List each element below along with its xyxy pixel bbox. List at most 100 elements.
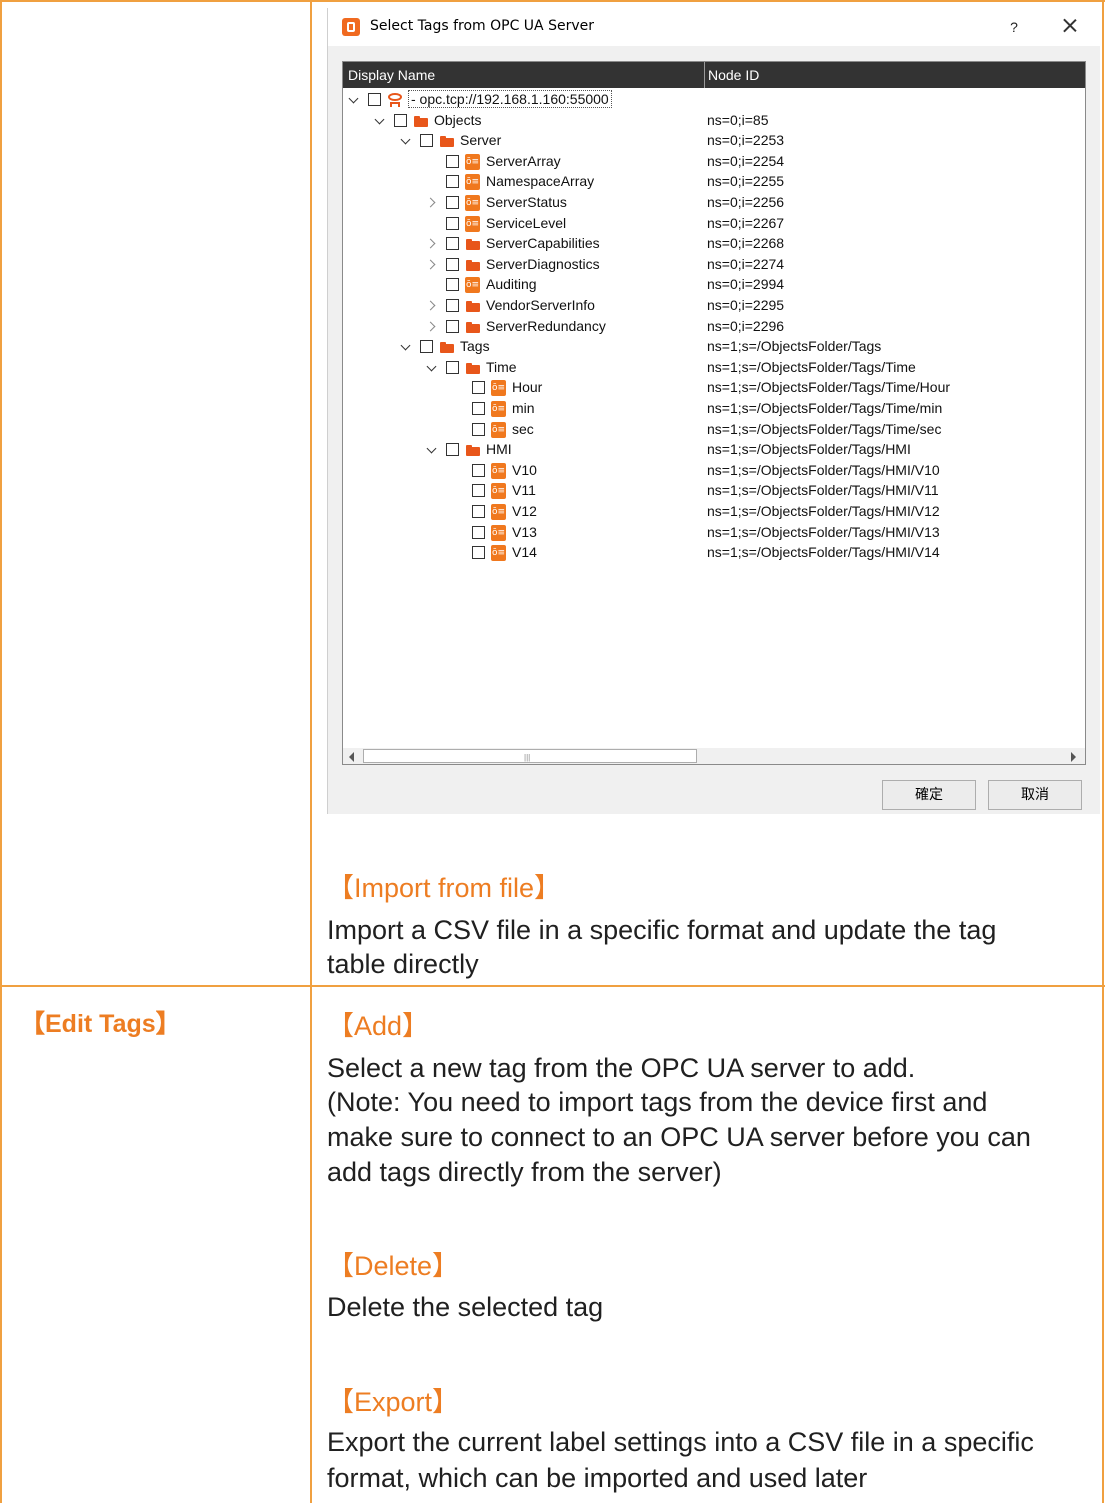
tree-row[interactable]: min ns=1;s=/ObjectsFolder/Tags/Time/min	[343, 399, 1085, 419]
dialog-title-bar: Select Tags from OPC UA Server ?	[328, 8, 1100, 46]
variable-tag-icon	[491, 483, 506, 500]
tree-row[interactable]: ServerStatus ns=0;i=2256	[343, 193, 1085, 213]
tag-checkbox[interactable]	[368, 93, 381, 106]
tree-row[interactable]: Server ns=0;i=2253	[343, 131, 1085, 151]
folder-icon	[465, 237, 481, 251]
delete-heading: 【Delete】	[327, 1251, 460, 1281]
folder-icon	[439, 340, 455, 354]
scroll-left-arrow-icon[interactable]	[349, 752, 354, 762]
horizontal-scrollbar[interactable]: |||	[343, 748, 1085, 764]
tag-checkbox[interactable]	[472, 546, 485, 560]
import-from-file-heading: 【Import from file】	[327, 873, 562, 903]
tree-row[interactable]: ServerArray ns=0;i=2254	[343, 152, 1085, 172]
tree-item-label: Objects	[434, 111, 482, 128]
chevron-down-icon[interactable]	[374, 115, 386, 127]
tag-checkbox[interactable]	[446, 175, 459, 189]
tree-item-node-id: ns=0;i=2256	[707, 194, 785, 210]
column-separator[interactable]	[704, 62, 705, 88]
tree-row[interactable]: - opc.tcp://192.168.1.160:55000	[343, 90, 1085, 110]
tree-row[interactable]: ServiceLevel ns=0;i=2267	[343, 214, 1085, 234]
tag-checkbox[interactable]	[446, 196, 459, 209]
tag-checkbox[interactable]	[472, 525, 485, 539]
tree-item-label: NamespaceArray	[486, 173, 595, 190]
tree-item-label: V14	[512, 544, 537, 561]
tag-checkbox[interactable]	[472, 505, 485, 518]
tree-row[interactable]: HMI ns=1;s=/ObjectsFolder/Tags/HMI	[343, 440, 1085, 460]
chevron-right-icon[interactable]	[426, 259, 438, 271]
column-display-name[interactable]: Display Name	[348, 62, 435, 88]
tag-checkbox[interactable]	[446, 278, 459, 292]
tag-checkbox[interactable]	[446, 237, 459, 251]
tree-row[interactable]: ServerDiagnostics ns=0;i=2274	[343, 255, 1085, 275]
tag-checkbox[interactable]	[420, 340, 433, 354]
tree-row[interactable]: V14 ns=1;s=/ObjectsFolder/Tags/HMI/V14	[343, 543, 1085, 563]
ok-button[interactable]: 確定	[882, 780, 976, 810]
tag-checkbox[interactable]	[394, 113, 407, 127]
select-tags-dialog: Select Tags from OPC UA Server ? Display…	[327, 8, 1100, 814]
tree-row[interactable]: ServerCapabilities ns=0;i=2268	[343, 234, 1085, 254]
tree-row[interactable]: Tags ns=1;s=/ObjectsFolder/Tags	[343, 337, 1085, 357]
tree-item-label: ServerDiagnostics	[486, 255, 600, 272]
tag-checkbox[interactable]	[446, 154, 459, 168]
tree-row[interactable]: V12 ns=1;s=/ObjectsFolder/Tags/HMI/V12	[343, 502, 1085, 522]
tree-row[interactable]: Time ns=1;s=/ObjectsFolder/Tags/Time	[343, 358, 1085, 378]
tree-item-label: ServiceLevel	[486, 214, 567, 231]
chevron-right-icon[interactable]	[426, 300, 438, 312]
chevron-right-icon[interactable]	[426, 197, 438, 209]
opc-app-icon	[342, 18, 360, 36]
tag-checkbox[interactable]	[420, 134, 433, 148]
tree-row[interactable]: VendorServerInfo ns=0;i=2295	[343, 296, 1085, 316]
tree-row[interactable]: Objects ns=0;i=85	[343, 111, 1085, 131]
tag-checkbox[interactable]	[446, 216, 459, 230]
tree-item-label: ServerArray	[486, 152, 561, 169]
tag-checkbox[interactable]	[446, 299, 459, 312]
chevron-down-icon[interactable]	[348, 94, 360, 106]
export-desc-line-2: format, which can be imported and used l…	[327, 1463, 868, 1493]
cancel-button[interactable]: 取消	[988, 780, 1082, 810]
tree-item-node-id: ns=0;i=85	[707, 111, 769, 128]
tree-row[interactable]: V11 ns=1;s=/ObjectsFolder/Tags/HMI/V11	[343, 481, 1085, 501]
tag-checkbox[interactable]	[446, 319, 459, 333]
tree-item-label: sec	[512, 420, 534, 437]
chevron-right-icon[interactable]	[426, 238, 438, 250]
folder-icon	[465, 258, 481, 272]
chevron-down-icon[interactable]	[400, 135, 412, 147]
tree-row[interactable]: V13 ns=1;s=/ObjectsFolder/Tags/HMI/V13	[343, 523, 1085, 543]
tag-checkbox[interactable]	[446, 360, 459, 374]
tree-item-label: Tags	[460, 338, 490, 355]
tree-row[interactable]: NamespaceArray ns=0;i=2255	[343, 172, 1085, 192]
add-desc-line-4: add tags directly from the server)	[327, 1157, 722, 1187]
close-icon[interactable]	[1058, 14, 1082, 38]
tag-checkbox[interactable]	[472, 402, 485, 415]
chevron-down-icon[interactable]	[426, 362, 438, 374]
scroll-thumb[interactable]: |||	[363, 749, 697, 763]
chevron-down-icon[interactable]	[426, 444, 438, 456]
tree-row[interactable]: sec ns=1;s=/ObjectsFolder/Tags/Time/sec	[343, 420, 1085, 440]
tree-item-label: Time	[486, 358, 517, 375]
variable-tag-icon	[465, 277, 480, 294]
tag-checkbox[interactable]	[472, 463, 485, 477]
variable-tag-icon	[491, 545, 506, 562]
tag-checkbox[interactable]	[446, 443, 459, 457]
tree-row[interactable]: ServerRedundancy ns=0;i=2296	[343, 317, 1085, 337]
scroll-right-arrow-icon[interactable]	[1071, 752, 1076, 762]
tree-row[interactable]: Hour ns=1;s=/ObjectsFolder/Tags/Time/Hour	[343, 378, 1085, 398]
folder-icon	[439, 134, 455, 148]
tag-checkbox[interactable]	[446, 257, 459, 271]
variable-tag-icon	[491, 401, 506, 417]
tag-checkbox[interactable]	[472, 484, 485, 498]
delete-desc: Delete the selected tag	[327, 1292, 604, 1322]
chevron-right-icon[interactable]	[426, 321, 438, 333]
table-top-border	[0, 0, 1105, 2]
add-desc-line-1: Select a new tag from the OPC UA server …	[327, 1053, 916, 1083]
tag-checkbox[interactable]	[472, 381, 485, 395]
tree-row[interactable]: Auditing ns=0;i=2994	[343, 275, 1085, 295]
tree-row[interactable]: V10 ns=1;s=/ObjectsFolder/Tags/HMI/V10	[343, 461, 1085, 481]
tree-item-node-id: ns=1;s=/ObjectsFolder/Tags/HMI/V10	[707, 461, 940, 478]
tag-checkbox[interactable]	[472, 422, 485, 436]
tree-item-label: Server	[460, 132, 502, 149]
tree-item-node-id: ns=0;i=2254	[707, 152, 785, 169]
column-node-id[interactable]: Node ID	[708, 62, 759, 88]
chevron-down-icon[interactable]	[400, 341, 412, 353]
help-button[interactable]: ?	[1004, 16, 1024, 38]
